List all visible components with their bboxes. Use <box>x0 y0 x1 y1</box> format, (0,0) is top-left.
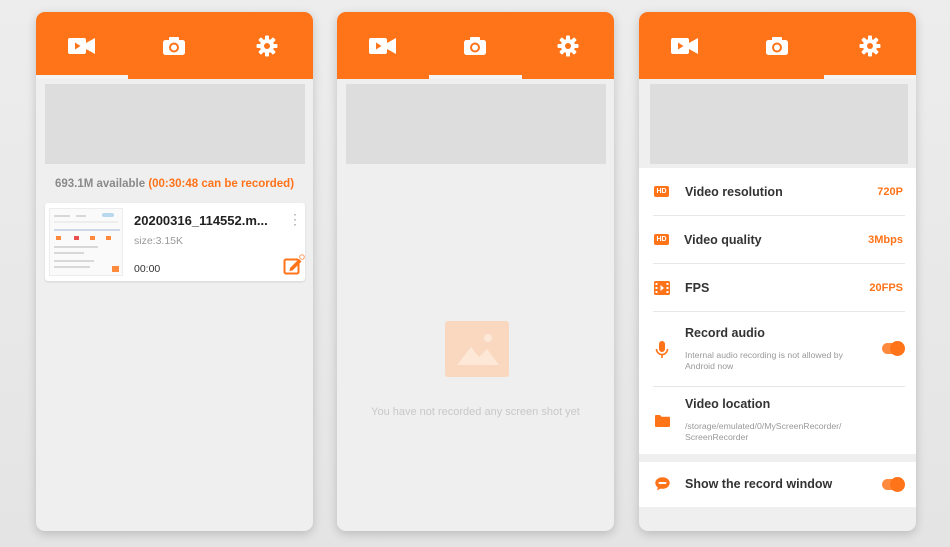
hd-icon: HD <box>654 186 669 197</box>
ad-banner-placeholder[interactable] <box>45 84 305 164</box>
more-options-icon[interactable]: ⋮ <box>288 211 302 227</box>
record-window-toggle[interactable] <box>882 477 905 492</box>
setting-value: 3Mbps <box>868 234 903 246</box>
hd-icon: HD <box>654 234 669 245</box>
photo-camera-icon <box>463 30 487 61</box>
microphone-icon <box>655 341 669 364</box>
empty-state-message: You have not recorded any screen shot ye… <box>371 406 580 418</box>
ad-banner-placeholder[interactable] <box>650 84 908 164</box>
tab-video[interactable] <box>639 12 731 79</box>
tab-video[interactable] <box>337 12 429 79</box>
setting-value: 20FPS <box>869 282 903 294</box>
recording-file-name: 20200316_114552.m... <box>134 213 268 228</box>
storage-available: 693.1M available <box>54 178 146 190</box>
setting-video-resolution[interactable]: HD Video resolution 720P <box>639 168 916 216</box>
tab-settings[interactable] <box>221 12 313 79</box>
setting-label: Video resolution <box>685 185 783 199</box>
tab-bar <box>639 12 916 79</box>
empty-image-icon <box>445 321 509 382</box>
video-camera-icon <box>368 30 398 61</box>
video-location-path: /storage/emulated/0/MyScreenRecorder/ Sc… <box>685 421 842 442</box>
settings-screen: HD Video resolution 720P HD Video qualit… <box>639 12 916 531</box>
gear-icon <box>557 29 579 62</box>
recording-list-item[interactable]: 20200316_114552.m... size:3.15K 00:00 ⋮ <box>45 203 305 281</box>
film-icon <box>654 280 670 301</box>
video-camera-icon <box>670 30 700 61</box>
chat-bubble-icon <box>655 477 670 496</box>
tab-bar <box>337 12 614 79</box>
folder-icon <box>655 414 670 432</box>
tab-bar <box>36 12 313 79</box>
gear-icon <box>256 29 278 62</box>
setting-show-record-window[interactable]: Show the record window <box>639 462 916 507</box>
section-divider <box>639 454 916 462</box>
storage-status: 693.1M available (00:30:48 can be record… <box>36 178 313 190</box>
setting-value: 720P <box>877 186 903 198</box>
video-camera-icon <box>67 30 97 61</box>
setting-video-quality[interactable]: HD Video quality 3Mbps <box>639 216 916 264</box>
setting-label: Video quality <box>684 233 762 247</box>
tab-screenshot[interactable] <box>429 12 522 79</box>
setting-description: Internal audio recording is not allowed … <box>685 350 843 371</box>
screenshots-screen: You have not recorded any screen shot ye… <box>337 12 614 531</box>
settings-list: HD Video resolution 720P HD Video qualit… <box>639 168 916 507</box>
setting-fps[interactable]: FPS 20FPS <box>639 264 916 312</box>
gear-icon <box>859 29 881 62</box>
recording-duration: 00:00 <box>134 263 161 275</box>
setting-label: Show the record window <box>685 477 833 491</box>
setting-record-audio[interactable]: Record audio Internal audio recording is… <box>639 312 916 387</box>
tab-video[interactable] <box>36 12 129 79</box>
ad-banner-placeholder[interactable] <box>346 84 606 164</box>
recording-thumbnail <box>49 208 123 276</box>
setting-video-location[interactable]: Video location /storage/emulated/0/MyScr… <box>639 387 916 454</box>
recording-file-size: size:3.15K <box>134 235 184 247</box>
setting-label: Record audio <box>685 326 765 340</box>
photo-camera-icon <box>162 30 186 61</box>
storage-recordable-time: (00:30:48 can be recorded) <box>148 178 295 190</box>
recordings-screen: 693.1M available (00:30:48 can be record… <box>36 12 313 531</box>
photo-camera-icon <box>765 30 789 61</box>
record-audio-toggle[interactable] <box>882 341 905 356</box>
tab-settings[interactable] <box>823 12 916 79</box>
tab-screenshot[interactable] <box>128 12 220 79</box>
setting-label: Video location <box>685 397 771 411</box>
tab-screenshot[interactable] <box>731 12 823 79</box>
tab-settings[interactable] <box>522 12 614 79</box>
edit-icon[interactable] <box>283 254 305 281</box>
setting-label: FPS <box>685 281 710 295</box>
